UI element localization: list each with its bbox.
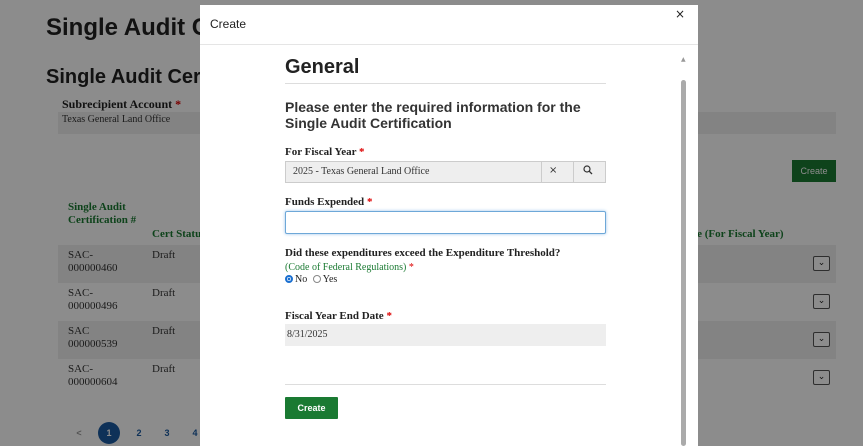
fiscal-year-end-label-text: Fiscal Year End Date [285,310,384,322]
required-marker: * [408,262,414,273]
modal-title: Create [210,17,247,31]
search-icon[interactable] [583,165,593,178]
close-icon[interactable]: × [675,7,685,21]
scrollbar-thumb[interactable] [681,80,686,446]
threshold-question: Did these expenditures exceed the Expend… [285,247,561,259]
create-modal: Create × ▲ General Please enter the requ… [200,5,698,446]
threshold-radio-group: No Yes [285,274,337,285]
scroll-up-icon[interactable]: ▲ [681,56,686,63]
required-marker: * [386,310,392,322]
fiscal-year-value[interactable]: 2025 - Texas General Land Office [293,166,429,177]
separator [573,162,574,182]
fiscal-year-end-label: Fiscal Year End Date * [285,310,392,322]
form-intro: Please enter the required information fo… [285,99,581,131]
required-marker: * [359,146,365,158]
clear-icon[interactable]: × [549,165,557,176]
required-marker: * [366,196,373,208]
funds-expended-input[interactable] [285,211,606,234]
radio-yes[interactable] [312,275,321,283]
threshold-sublabel: (Code of Federal Regulations) * [285,262,414,273]
footer-divider [285,384,606,385]
create-button[interactable]: Create [285,397,338,419]
funds-expended-label-text: Funds Expended [285,196,365,208]
radio-no[interactable] [285,275,293,283]
fiscal-year-end-value: 8/31/2025 [285,324,606,346]
fiscal-year-label-text: For Fiscal Year [285,146,357,158]
radio-no-label[interactable]: No [295,274,307,285]
radio-yes-label[interactable]: Yes [323,274,338,285]
separator [541,162,542,182]
cfr-link[interactable]: (Code of Federal Regulations) [285,262,406,273]
section-heading-general: General [285,56,360,78]
section-divider [285,83,606,84]
fiscal-year-lookup[interactable]: 2025 - Texas General Land Office × [285,161,606,183]
funds-expended-label: Funds Expended * [285,196,372,208]
fiscal-year-label: For Fiscal Year * [285,146,365,158]
modal-header-divider [200,44,698,45]
